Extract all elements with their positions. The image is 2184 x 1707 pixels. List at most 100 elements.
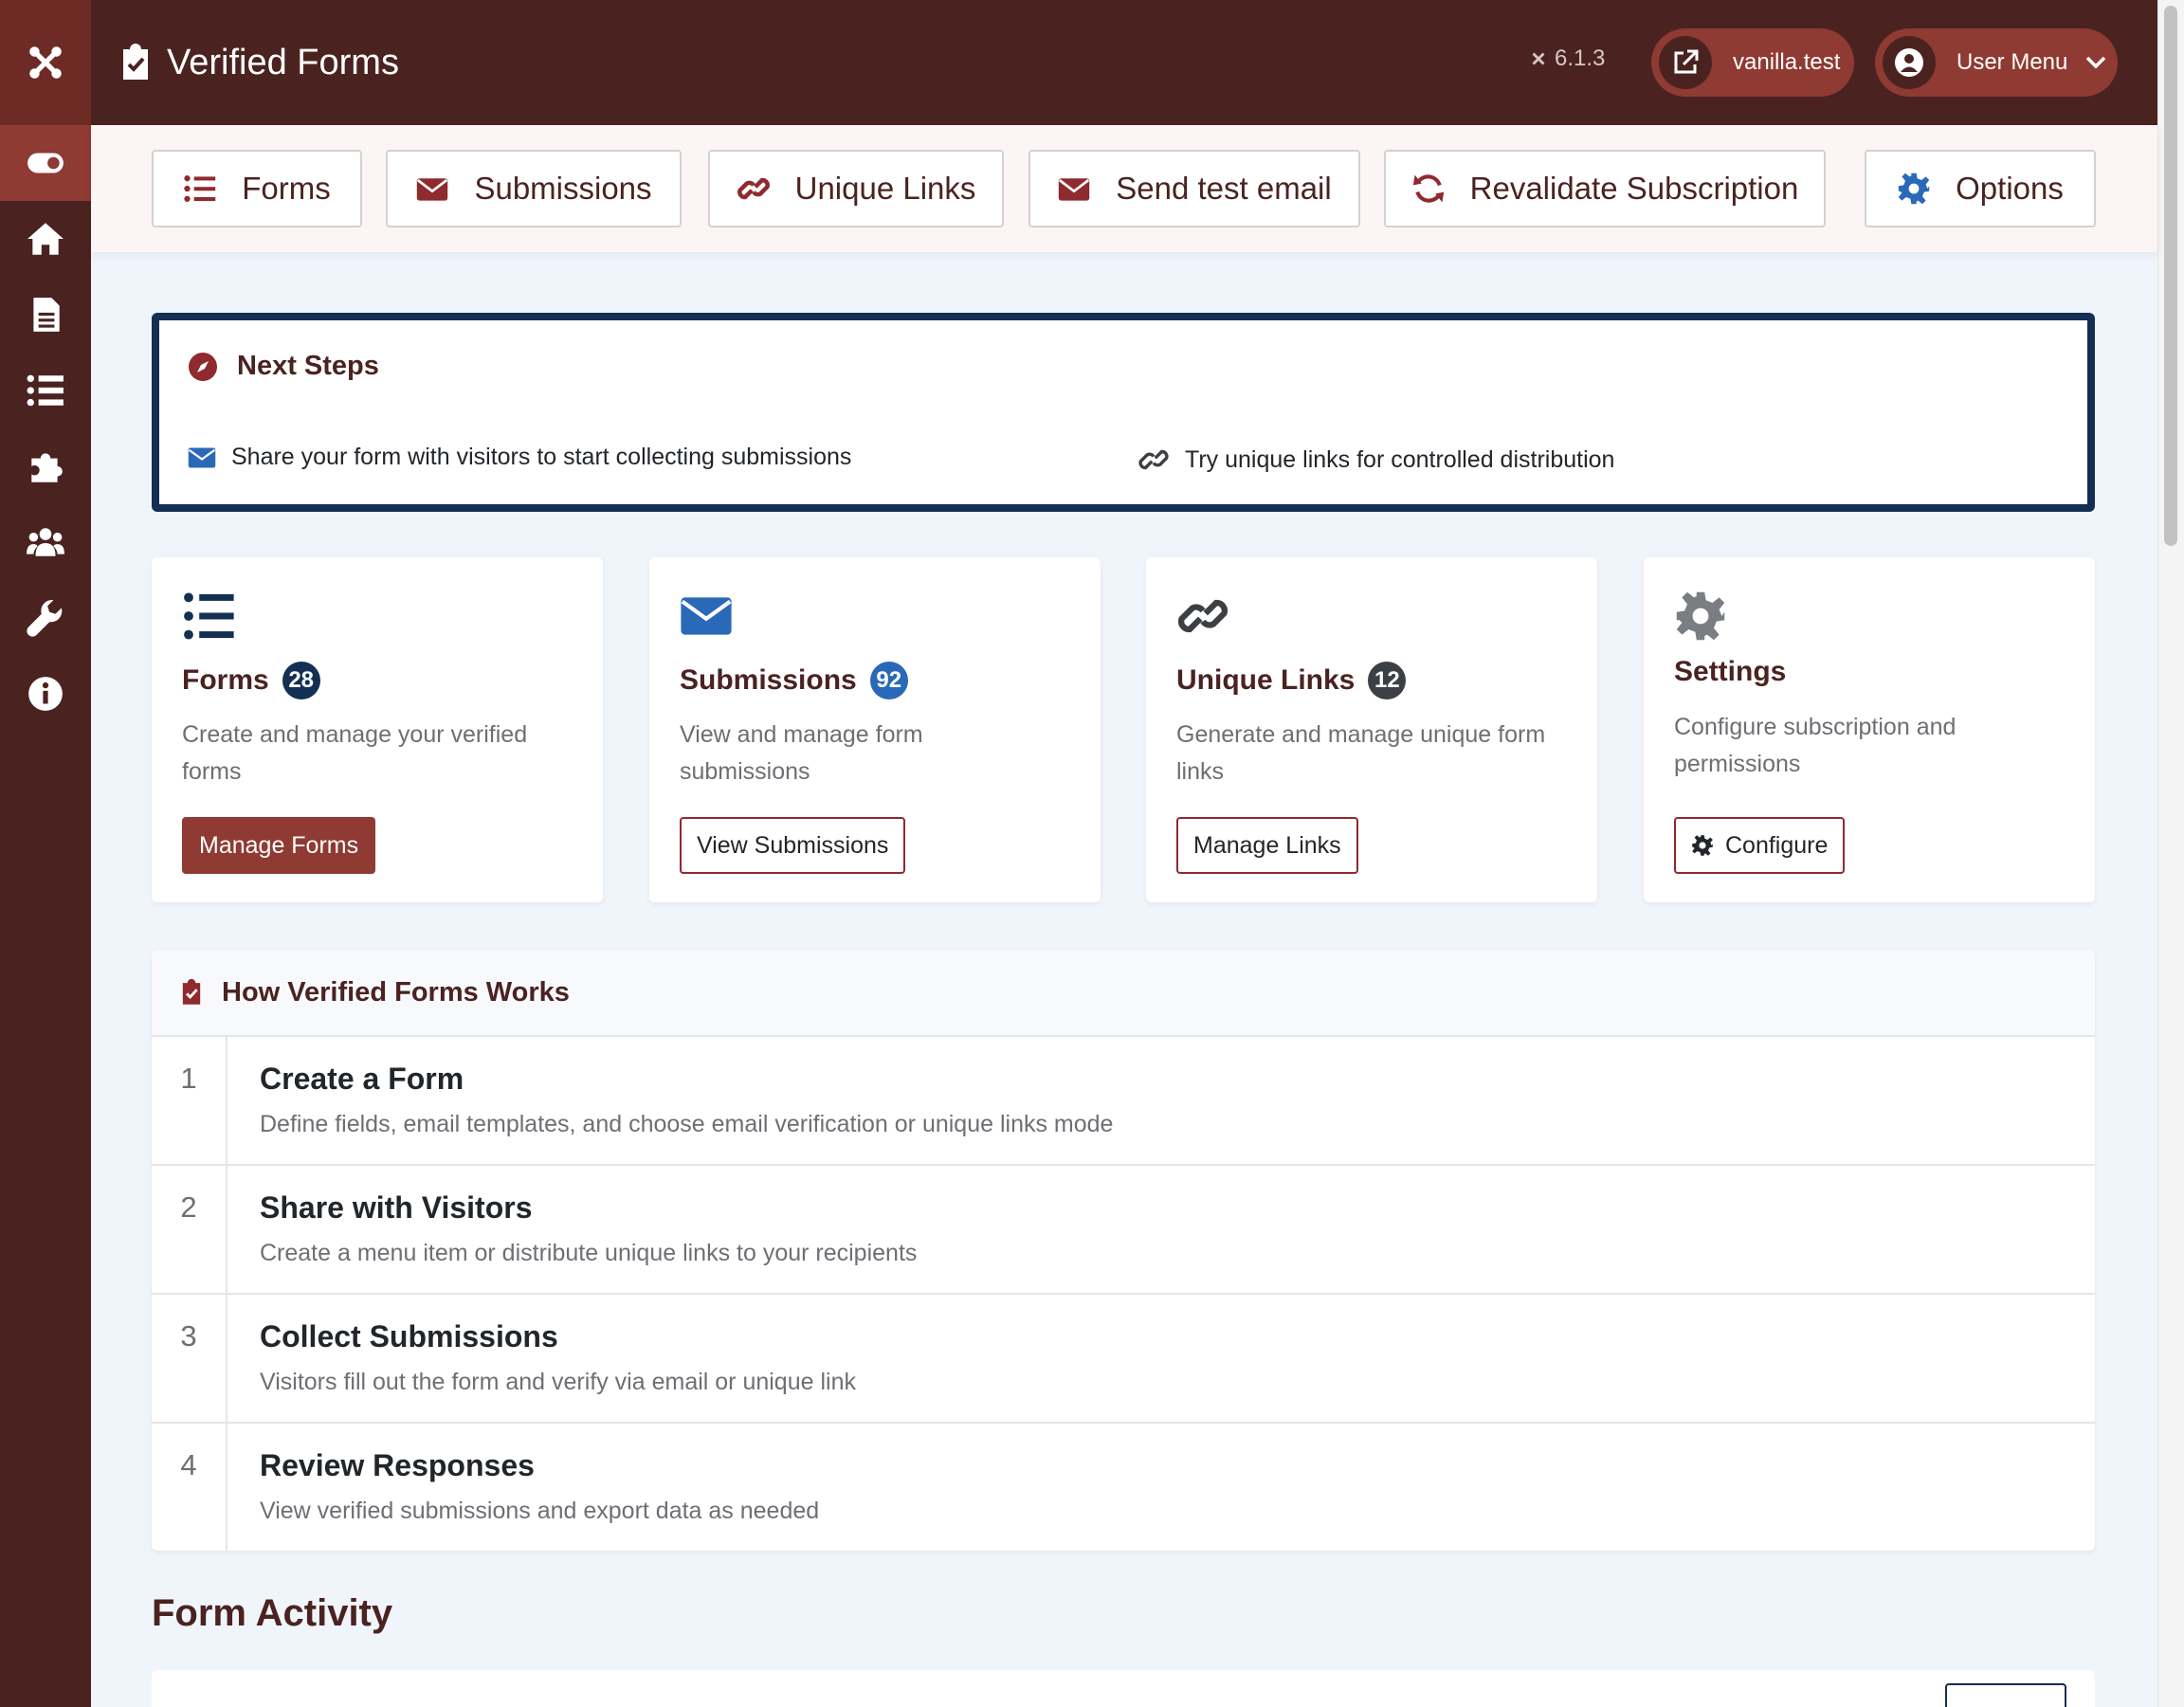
options-button-label: Options bbox=[1956, 171, 2064, 206]
envelope-icon bbox=[188, 447, 216, 467]
forms-button-label: Forms bbox=[242, 171, 331, 206]
clipboard-check-icon bbox=[123, 44, 148, 80]
settings-card-title-text: Settings bbox=[1674, 656, 1787, 687]
forms-card-desc: Create and manage your verified forms bbox=[182, 721, 528, 785]
sync-icon bbox=[1412, 174, 1444, 203]
next-steps-title: Next Steps bbox=[237, 351, 379, 381]
manage-links-button[interactable]: Manage Links bbox=[1176, 817, 1358, 874]
gear-icon bbox=[1692, 835, 1713, 856]
envelope-icon bbox=[417, 178, 448, 201]
forms-count-badge: 28 bbox=[282, 662, 320, 699]
toggle-icon[interactable] bbox=[0, 125, 91, 201]
forms-card: Forms 28 Create and manage your verified… bbox=[152, 557, 603, 902]
next-step-share-text: Share your form with visitors to start c… bbox=[231, 444, 852, 470]
how-step-row: 3 Collect Submissions Visitors fill out … bbox=[152, 1293, 2095, 1422]
site-link-label: vanilla.test bbox=[1733, 49, 1841, 75]
gear-icon bbox=[1676, 591, 1725, 641]
configure-button-label: Configure bbox=[1725, 831, 1829, 859]
next-steps-heading: Next Steps bbox=[188, 351, 379, 382]
step-desc: View verified submissions and export dat… bbox=[260, 1498, 820, 1524]
submissions-button-label: Submissions bbox=[474, 171, 652, 206]
submissions-card-title-text: Submissions bbox=[680, 664, 857, 696]
user-menu-label: User Menu bbox=[1956, 49, 2068, 75]
next-steps-panel: Next Steps Share your form with visitors… bbox=[152, 313, 2095, 512]
revalidate-label: Revalidate Subscription bbox=[1469, 171, 1799, 206]
step-desc: Create a menu item or distribute unique … bbox=[260, 1240, 918, 1266]
step-number: 4 bbox=[152, 1424, 228, 1551]
configure-button[interactable]: Configure bbox=[1674, 817, 1846, 874]
version-label: 6.1.3 bbox=[1528, 45, 1605, 72]
unique-links-card: Unique Links 12 Generate and manage uniq… bbox=[1146, 557, 1597, 902]
joomla-logo-icon[interactable] bbox=[0, 0, 91, 125]
site-link-button[interactable]: vanilla.test bbox=[1651, 28, 1854, 97]
submissions-card-title: Submissions 92 bbox=[680, 662, 908, 699]
puzzle-icon[interactable] bbox=[0, 428, 91, 504]
how-step-row: 2 Share with Visitors Create a menu item… bbox=[152, 1164, 2095, 1293]
step-desc: Visitors fill out the form and verify vi… bbox=[260, 1369, 856, 1395]
manage-forms-button[interactable]: Manage Forms bbox=[182, 817, 376, 874]
page-title: Verified Forms bbox=[167, 42, 399, 82]
how-it-works-panel: How Verified Forms Works 1 Create a Form… bbox=[152, 950, 2095, 1551]
unique-links-button-label: Unique Links bbox=[794, 171, 976, 206]
page-scrollbar[interactable] bbox=[2157, 0, 2184, 1707]
submissions-card-desc: View and manage form submissions bbox=[680, 721, 923, 785]
submissions-button[interactable]: Submissions bbox=[386, 150, 682, 227]
forms-card-title: Forms 28 bbox=[182, 662, 320, 699]
step-title: Review Responses bbox=[260, 1448, 535, 1482]
step-title: Create a Form bbox=[260, 1062, 464, 1096]
settings-card-desc: Configure subscription and permissions bbox=[1674, 714, 1956, 777]
how-it-works-heading: How Verified Forms Works bbox=[152, 950, 2095, 1035]
settings-card-title: Settings bbox=[1674, 656, 1786, 688]
wrench-icon[interactable] bbox=[0, 580, 91, 656]
chevron-down-icon bbox=[2086, 56, 2106, 69]
step-number: 2 bbox=[152, 1166, 228, 1293]
how-it-works-title: How Verified Forms Works bbox=[222, 976, 570, 1008]
send-test-email-button[interactable]: Send test email bbox=[1028, 150, 1360, 227]
unique-links-button[interactable]: Unique Links bbox=[708, 150, 1004, 227]
toolbar: Forms Submissions Unique Links Send test… bbox=[91, 125, 2157, 252]
info-icon[interactable] bbox=[0, 656, 91, 732]
unique-links-count-badge: 12 bbox=[1368, 662, 1407, 699]
forms-card-title-text: Forms bbox=[182, 664, 269, 696]
users-icon[interactable] bbox=[0, 504, 91, 580]
list-icon[interactable] bbox=[0, 353, 91, 428]
unique-links-card-desc: Generate and manage unique form links bbox=[1176, 721, 1546, 785]
step-title: Collect Submissions bbox=[260, 1319, 558, 1353]
next-step-share: Share your form with visitors to start c… bbox=[188, 444, 851, 471]
step-number: 1 bbox=[152, 1037, 228, 1164]
user-circle-icon bbox=[1883, 36, 1936, 89]
link-icon bbox=[1177, 599, 1228, 633]
view-submissions-button[interactable]: View Submissions bbox=[680, 817, 906, 874]
form-activity-heading: Form Activity bbox=[152, 1592, 393, 1634]
compass-icon bbox=[189, 352, 217, 381]
list-icon bbox=[184, 592, 234, 640]
scrollbar-thumb[interactable] bbox=[2164, 6, 2177, 546]
clipboard-check-icon bbox=[182, 978, 201, 1005]
revalidate-subscription-button[interactable]: Revalidate Subscription bbox=[1384, 150, 1826, 227]
external-link-icon bbox=[1659, 36, 1712, 89]
next-step-links-text: Try unique links for controlled distribu… bbox=[1185, 445, 1615, 473]
activity-action-button[interactable] bbox=[1945, 1683, 2066, 1707]
user-menu-button[interactable]: User Menu bbox=[1875, 28, 2118, 97]
list-icon bbox=[184, 175, 216, 202]
unique-links-card-title-text: Unique Links bbox=[1176, 664, 1356, 696]
link-icon bbox=[1138, 449, 1169, 470]
options-button[interactable]: Options bbox=[1865, 150, 2096, 227]
gear-icon bbox=[1898, 173, 1930, 205]
file-icon[interactable] bbox=[0, 277, 91, 353]
version-text: 6.1.3 bbox=[1555, 45, 1606, 71]
send-test-email-label: Send test email bbox=[1116, 171, 1332, 206]
home-icon[interactable] bbox=[0, 201, 91, 277]
envelope-icon bbox=[681, 597, 732, 635]
header: Verified Forms 6.1.3 vanilla.test User M… bbox=[91, 0, 2157, 125]
step-title: Share with Visitors bbox=[260, 1190, 533, 1225]
settings-card: Settings Configure subscription and perm… bbox=[1644, 557, 2095, 902]
step-number: 3 bbox=[152, 1295, 228, 1422]
sidebar bbox=[0, 0, 91, 1707]
forms-button[interactable]: Forms bbox=[152, 150, 362, 227]
unique-links-card-title: Unique Links 12 bbox=[1176, 662, 1407, 699]
how-step-row: 4 Review Responses View verified submiss… bbox=[152, 1422, 2095, 1551]
joomla-small-icon bbox=[1532, 52, 1545, 65]
next-step-links: Try unique links for controlled distribu… bbox=[1138, 444, 1614, 476]
step-desc: Define fields, email templates, and choo… bbox=[260, 1111, 1114, 1137]
